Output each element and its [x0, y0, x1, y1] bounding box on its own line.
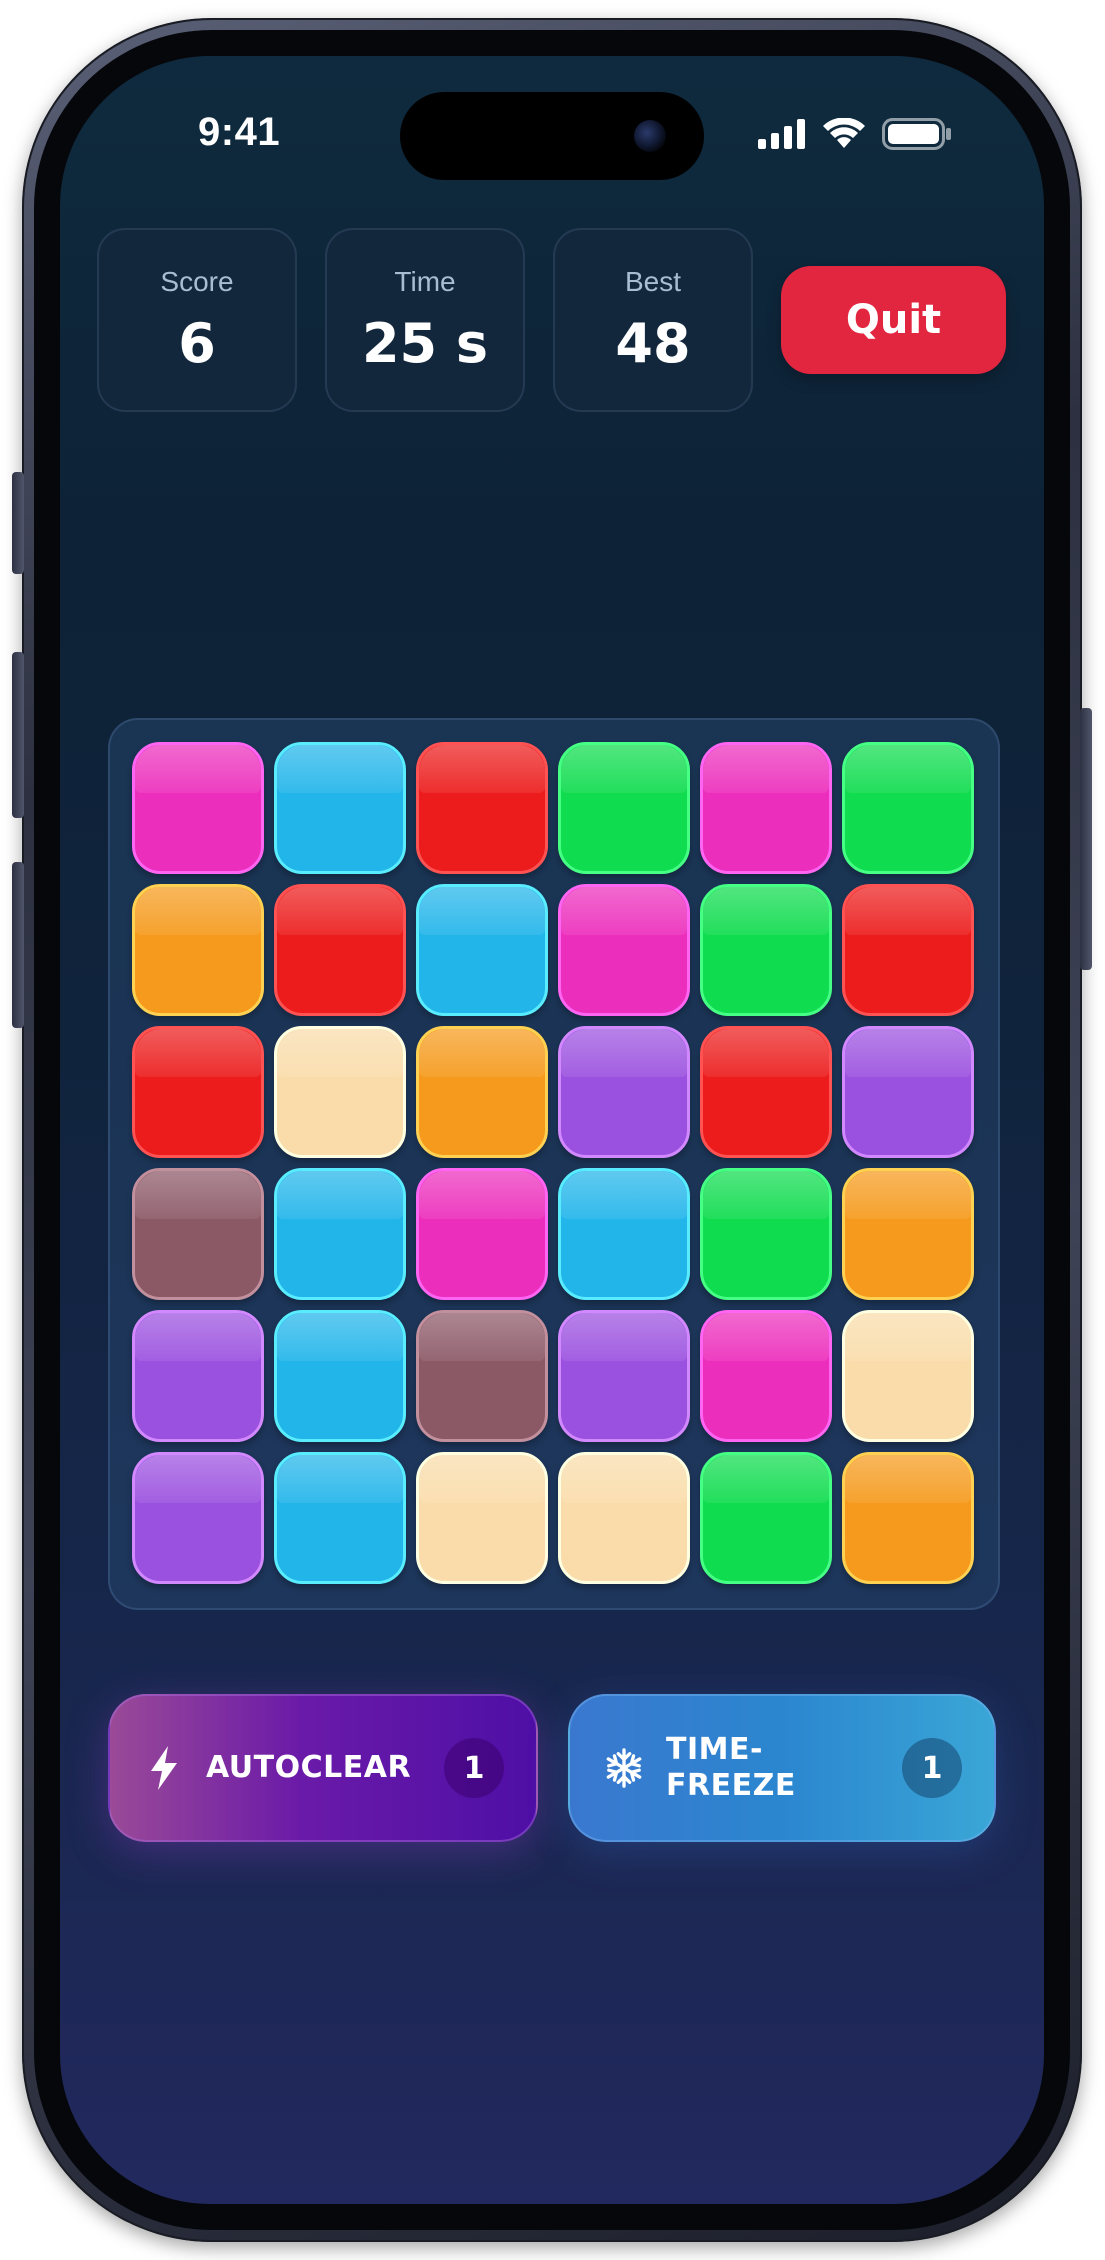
power-button [1080, 708, 1092, 970]
tile-cyan[interactable] [274, 1452, 406, 1584]
tile-orange[interactable] [842, 1168, 974, 1300]
tile-magenta[interactable] [132, 742, 264, 874]
volume-up-button [12, 652, 24, 818]
tile-purple[interactable] [558, 1310, 690, 1442]
tile-purple[interactable] [132, 1310, 264, 1442]
best-label: Best [624, 266, 682, 297]
tile-green[interactable] [700, 1168, 832, 1300]
tile-orange[interactable] [416, 1026, 548, 1158]
tile-green[interactable] [558, 742, 690, 874]
score-value: 6 [178, 312, 216, 375]
tile-green[interactable] [842, 742, 974, 874]
tile-cyan[interactable] [274, 1310, 406, 1442]
autoclear-count-badge: 1 [444, 1738, 504, 1798]
tile-red[interactable] [842, 884, 974, 1016]
time-value: 25 s [361, 312, 489, 375]
timefreeze-button[interactable]: TIME- FREEZE 1 [568, 1694, 996, 1842]
tile-orange[interactable] [132, 884, 264, 1016]
action-button [12, 472, 24, 574]
tile-magenta[interactable] [700, 1310, 832, 1442]
tile-cream[interactable] [558, 1452, 690, 1584]
tile-red[interactable] [274, 884, 406, 1016]
tile-purple[interactable] [132, 1452, 264, 1584]
wifi-icon [823, 118, 865, 148]
tile-cream[interactable] [416, 1452, 548, 1584]
score-label: Score [160, 266, 234, 297]
tile-mauve[interactable] [416, 1310, 548, 1442]
tile-cyan[interactable] [274, 1168, 406, 1300]
autoclear-button[interactable]: AUTOCLEAR 1 [108, 1694, 538, 1842]
tile-cream[interactable] [274, 1026, 406, 1158]
tile-mauve[interactable] [132, 1168, 264, 1300]
status-time: 9:41 [198, 110, 281, 154]
time-card: Time 25 s [325, 228, 525, 412]
best-value: 48 [615, 312, 691, 375]
quit-button[interactable]: Quit [781, 266, 1006, 374]
tile-magenta[interactable] [700, 742, 832, 874]
tile-purple[interactable] [842, 1026, 974, 1158]
status-icons [758, 118, 952, 150]
timefreeze-label-line1: TIME- [666, 1732, 763, 1767]
tile-red[interactable] [416, 742, 548, 874]
autoclear-label: AUTOCLEAR [206, 1750, 412, 1785]
best-card: Best 48 [553, 228, 753, 412]
tile-red[interactable] [700, 1026, 832, 1158]
volume-down-button [12, 862, 24, 1028]
tile-green[interactable] [700, 1452, 832, 1584]
game-board [108, 718, 1000, 1610]
time-label: Time [394, 266, 456, 297]
tile-cream[interactable] [842, 1310, 974, 1442]
dynamic-island [400, 92, 704, 180]
signal-icon [758, 119, 805, 149]
tile-magenta[interactable] [558, 884, 690, 1016]
tile-green[interactable] [700, 884, 832, 1016]
game-screen: 9:41 Score 6 Time 25 s Best 48 Quit AUTO… [60, 56, 1044, 2204]
tile-red[interactable] [132, 1026, 264, 1158]
timefreeze-count-badge: 1 [902, 1738, 962, 1798]
tile-purple[interactable] [558, 1026, 690, 1158]
lightning-icon [144, 1743, 184, 1793]
score-card: Score 6 [97, 228, 297, 412]
tile-cyan[interactable] [558, 1168, 690, 1300]
timefreeze-label: TIME- FREEZE [666, 1732, 796, 1804]
tile-cyan[interactable] [416, 884, 548, 1016]
front-camera [634, 120, 666, 152]
battery-icon [882, 118, 951, 150]
timefreeze-label-line2: FREEZE [666, 1768, 796, 1803]
snowflake-icon [604, 1743, 644, 1793]
tile-orange[interactable] [842, 1452, 974, 1584]
tile-magenta[interactable] [416, 1168, 548, 1300]
tile-cyan[interactable] [274, 742, 406, 874]
